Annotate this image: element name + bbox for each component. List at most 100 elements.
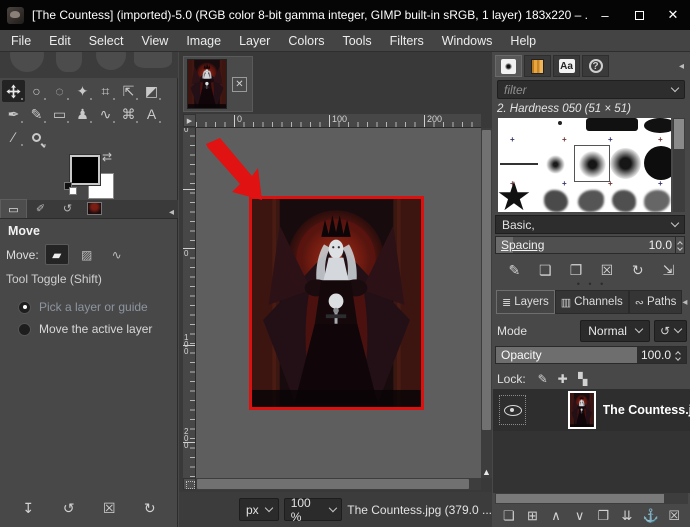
quick-mask-button[interactable] xyxy=(183,478,196,490)
restore-tool-preset-button[interactable]: ↺ xyxy=(57,498,81,520)
tab-brushes[interactable] xyxy=(495,55,522,77)
ellipse-select-tool[interactable]: ○ xyxy=(25,80,48,102)
color-area[interactable]: ⇄ xyxy=(64,150,120,200)
maximize-button[interactable] xyxy=(622,0,656,30)
layer-visibility-toggle[interactable] xyxy=(499,395,527,425)
brush-texture[interactable] xyxy=(612,190,636,212)
opacity-slider[interactable]: Opacity 100.0 xyxy=(495,346,687,364)
tab-paths[interactable]: ∾ Paths xyxy=(628,290,683,314)
canvas[interactable] xyxy=(196,128,481,478)
option-pick-layer[interactable]: Pick a layer or guide xyxy=(18,298,148,316)
delete-layer-button[interactable]: ☒ xyxy=(662,505,686,527)
menu-edit[interactable]: Edit xyxy=(40,31,80,51)
tab-help[interactable]: ? xyxy=(582,55,609,77)
mode-select[interactable]: Normal xyxy=(580,320,650,342)
spacing-spinner[interactable] xyxy=(675,237,684,253)
dock-collapse-icon[interactable]: ◂ xyxy=(682,297,687,308)
anchor-layer-button[interactable]: ⚓ xyxy=(639,505,663,527)
lock-pixels-button[interactable]: ✎ xyxy=(533,368,553,390)
menu-layer[interactable]: Layer xyxy=(230,31,279,51)
delete-brush-button[interactable]: ☒ xyxy=(595,259,619,281)
brush-circle[interactable] xyxy=(644,146,671,180)
save-tool-preset-button[interactable]: ↧ xyxy=(16,498,40,520)
mode-switch-button[interactable]: ↺ xyxy=(653,320,687,342)
zoom-select[interactable]: 100 % xyxy=(283,496,343,524)
dock-collapse-icon[interactable]: ◂ xyxy=(679,61,684,72)
menu-filters[interactable]: Filters xyxy=(381,31,433,51)
ink-tool[interactable]: ✒ xyxy=(2,103,25,125)
tab-fonts[interactable]: Aa xyxy=(553,55,580,77)
fuzzy-select-tool[interactable]: ✦ xyxy=(71,80,94,102)
tab-layers[interactable]: ≣ Layers xyxy=(496,290,555,314)
horizontal-ruler[interactable]: 0 100 200 xyxy=(196,114,481,128)
tab-patterns[interactable] xyxy=(524,55,551,77)
new-layer-button[interactable]: ❏ xyxy=(497,505,521,527)
move-layer-button[interactable]: ▰ xyxy=(44,244,69,265)
crop-tool[interactable]: ⌗ xyxy=(94,80,117,102)
paths-tool[interactable]: ⌘ xyxy=(117,103,140,125)
menu-help[interactable]: Help xyxy=(501,31,545,51)
brush-texture[interactable] xyxy=(544,190,568,212)
layer-thumbnail[interactable] xyxy=(568,391,596,429)
layer-list-empty-area[interactable] xyxy=(493,431,690,493)
text-tool[interactable]: A xyxy=(140,103,163,125)
tab-device-status[interactable]: ✐ xyxy=(27,199,54,218)
brush-group-select[interactable]: Basic, xyxy=(495,215,685,234)
brush-ellipse[interactable] xyxy=(644,118,671,133)
lock-position-button[interactable]: ✚ xyxy=(553,368,573,390)
menu-windows[interactable]: Windows xyxy=(433,31,502,51)
brush-soft-large[interactable] xyxy=(610,148,641,179)
tab-undo-history[interactable]: ↺ xyxy=(54,199,81,218)
eraser-tool[interactable]: ▭ xyxy=(48,103,71,125)
countess-image[interactable] xyxy=(249,196,424,410)
brush-bar[interactable] xyxy=(586,118,638,131)
opacity-spinner[interactable] xyxy=(673,347,682,363)
brush-pixel[interactable] xyxy=(558,121,562,125)
brush-grid-scrollbar[interactable] xyxy=(673,118,685,212)
foreground-color-swatch[interactable] xyxy=(70,155,100,185)
swap-colors-icon[interactable]: ⇄ xyxy=(102,150,112,164)
option-move-active-layer[interactable]: Move the active layer xyxy=(18,320,152,338)
brush-grid[interactable]: ★ + + + + + + + + xyxy=(498,118,671,212)
move-selection-button[interactable]: ▨ xyxy=(75,244,99,265)
menu-colors[interactable]: Colors xyxy=(279,31,333,51)
menu-select[interactable]: Select xyxy=(80,31,133,51)
transform-tool[interactable]: ⇱ xyxy=(117,80,140,102)
radio-selected-icon[interactable] xyxy=(18,300,31,314)
smudge-tool[interactable]: ∿ xyxy=(94,103,117,125)
brush-texture[interactable] xyxy=(644,190,670,212)
reset-tool-options-button[interactable]: ↻ xyxy=(138,498,162,520)
paintbrush-tool[interactable]: ✎ xyxy=(25,103,48,125)
horizontal-scrollbar-thumb[interactable] xyxy=(197,479,469,489)
ruler-corner-menu-button[interactable]: ▶ xyxy=(183,114,196,127)
new-layer-group-button[interactable]: ⊞ xyxy=(521,505,545,527)
brush-soft-small[interactable] xyxy=(546,155,565,174)
merge-down-button[interactable]: ⇊ xyxy=(615,505,639,527)
image-tab-close-icon[interactable]: ✕ xyxy=(232,76,247,92)
lower-layer-button[interactable]: ∨ xyxy=(568,505,592,527)
menu-view[interactable]: View xyxy=(132,31,177,51)
raise-layer-button[interactable]: ∧ xyxy=(544,505,568,527)
image-tab[interactable]: ✕ xyxy=(183,56,253,112)
navigation-button[interactable]: ▲ xyxy=(481,466,492,478)
close-button[interactable]: ✕ xyxy=(656,0,690,30)
tab-tool-options[interactable]: ▭ xyxy=(0,199,27,218)
delete-tool-preset-button[interactable]: ☒ xyxy=(97,498,121,520)
edit-brush-button[interactable]: ✎ xyxy=(502,259,526,281)
new-brush-button[interactable]: ❏ xyxy=(533,259,557,281)
layers-scrollbar[interactable] xyxy=(495,493,688,504)
layer-row[interactable]: The Countess.jp xyxy=(493,389,690,431)
panel-splitter[interactable]: • • • xyxy=(493,280,690,289)
open-brush-as-image-button[interactable]: ⇲ xyxy=(657,259,681,281)
tab-image-thumbnail[interactable] xyxy=(81,199,108,218)
lock-alpha-button[interactable]: ▚ xyxy=(573,368,593,390)
brush-grid-scrollbar-thumb[interactable] xyxy=(674,119,684,149)
tab-channels[interactable]: ▥ Channels xyxy=(554,290,629,314)
horizontal-scrollbar[interactable] xyxy=(196,478,481,490)
brush-line[interactable] xyxy=(500,163,538,165)
menu-image[interactable]: Image xyxy=(177,31,230,51)
minimize-button[interactable]: – xyxy=(588,0,622,30)
unit-select[interactable]: px xyxy=(239,498,279,521)
default-colors-icon[interactable] xyxy=(64,182,78,196)
duplicate-layer-button[interactable]: ❐ xyxy=(592,505,616,527)
